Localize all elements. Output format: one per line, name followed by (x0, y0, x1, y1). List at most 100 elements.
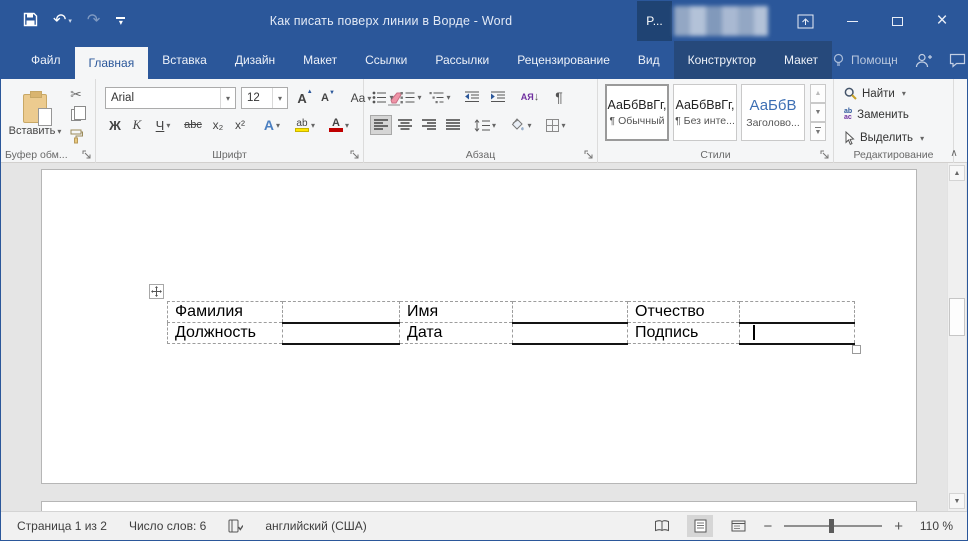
scrollbar-thumb[interactable] (949, 298, 965, 336)
cell-label[interactable]: Имя (400, 302, 513, 323)
zoom-out-button[interactable]: − (763, 519, 772, 534)
style-heading1[interactable]: АаБбВ Заголово... (741, 84, 805, 141)
multilevel-list-button[interactable] (426, 87, 454, 107)
strikethrough-button[interactable]: abc (180, 115, 206, 135)
styles-scroll-up[interactable]: ▲ (810, 84, 826, 103)
font-size-combo[interactable]: 12 (241, 87, 288, 109)
zoom-slider-thumb[interactable] (829, 519, 834, 533)
proofing-icon[interactable] (228, 519, 243, 533)
grow-font-button[interactable]: A▲ (294, 87, 316, 109)
font-dialog-launcher[interactable] (350, 150, 360, 160)
print-layout-button[interactable] (687, 515, 713, 537)
tab-design[interactable]: Дизайн (221, 41, 289, 79)
group-label-clipboard: Буфер обм... (1, 149, 95, 161)
copy-button[interactable] (65, 106, 87, 124)
subscript-button[interactable]: x₂ (208, 115, 228, 135)
tab-review[interactable]: Рецензирование (503, 41, 624, 79)
tell-me-control[interactable]: Помощн (832, 53, 898, 68)
shading-button[interactable] (506, 115, 536, 135)
sort-button[interactable]: АЯ↓ (516, 87, 544, 107)
close-button[interactable] (927, 1, 957, 41)
find-button[interactable]: Найти (844, 87, 906, 100)
style-no-spacing[interactable]: АаБбВвГг, ¶ Без инте... (673, 84, 737, 141)
decrease-indent-button[interactable] (460, 87, 484, 107)
highlight-color-button[interactable]: ab (290, 115, 320, 135)
maximize-button[interactable] (882, 1, 912, 41)
paste-button[interactable]: Вставить (9, 84, 61, 147)
show-marks-button[interactable]: ¶ (548, 87, 570, 107)
tab-references[interactable]: Ссылки (351, 41, 421, 79)
table-resize-handle[interactable] (852, 345, 861, 354)
borders-button[interactable] (542, 115, 570, 135)
zoom-slider[interactable] (784, 525, 882, 527)
zoom-in-button[interactable]: + (894, 519, 903, 534)
document-table: Фамилия Имя Отчество Должность Дата Подп… (167, 301, 855, 345)
replace-button[interactable]: Заменить (844, 109, 909, 121)
increase-indent-button[interactable] (486, 87, 510, 107)
select-button[interactable]: Выделить (844, 131, 924, 145)
vertical-scrollbar[interactable]: ▲ ▼ (947, 163, 966, 511)
group-label-paragraph: Абзац (364, 149, 597, 161)
cell-label[interactable]: Должность (168, 323, 283, 344)
lightbulb-icon (832, 53, 845, 68)
cell-blank-line[interactable] (740, 323, 855, 344)
comments-icon[interactable] (949, 53, 966, 68)
zoom-level[interactable]: 110 % (915, 519, 953, 533)
scroll-up-button[interactable]: ▲ (949, 165, 965, 181)
cell-label[interactable]: Фамилия (168, 302, 283, 323)
align-center-button[interactable] (394, 115, 416, 135)
justify-button[interactable] (442, 115, 464, 135)
styles-scroll-down[interactable]: ▼ (810, 103, 826, 122)
page-1[interactable]: Фамилия Имя Отчество Должность Дата Подп… (41, 169, 917, 484)
page-2[interactable] (41, 501, 917, 511)
underline-button[interactable]: Ч (150, 115, 176, 135)
style-normal[interactable]: АаБбВвГг, ¶ Обычный (605, 84, 669, 141)
tab-table-design[interactable]: Конструктор (674, 41, 770, 79)
share-person-icon[interactable] (915, 53, 932, 68)
styles-gallery-more[interactable]: ▼ (810, 122, 826, 141)
tab-layout[interactable]: Макет (289, 41, 351, 79)
tab-view[interactable]: Вид (624, 41, 674, 79)
cell-label[interactable]: Подпись (628, 323, 740, 344)
tab-table-layout[interactable]: Макет (770, 41, 832, 79)
align-left-button[interactable] (370, 115, 392, 135)
tab-mailings[interactable]: Рассылки (421, 41, 503, 79)
bold-button[interactable]: Ж (106, 115, 124, 135)
tab-home[interactable]: Главная (75, 47, 149, 79)
font-color-button[interactable]: А (324, 115, 354, 135)
styles-dialog-launcher[interactable] (820, 150, 830, 160)
collapse-ribbon-button[interactable] (946, 146, 962, 160)
cell-label[interactable]: Отчество (628, 302, 740, 323)
scroll-down-button[interactable]: ▼ (949, 493, 965, 509)
font-name-combo[interactable]: Arial (105, 87, 236, 109)
clipboard-dialog-launcher[interactable] (82, 150, 92, 160)
tab-insert[interactable]: Вставка (148, 41, 221, 79)
account-badge[interactable]: P... (637, 1, 672, 41)
word-count[interactable]: Число слов: 6 (129, 519, 206, 533)
tab-file[interactable]: Файл (17, 41, 75, 79)
numbering-button[interactable] (398, 87, 424, 107)
format-painter-button[interactable] (65, 127, 87, 145)
cell-blank-line[interactable] (283, 323, 400, 344)
bullets-button[interactable] (370, 87, 396, 107)
text-effects-button[interactable]: А (258, 115, 286, 135)
cell-blank-line[interactable] (740, 302, 855, 323)
language-indicator[interactable]: английский (США) (265, 519, 366, 533)
shrink-font-button[interactable]: A▼ (318, 87, 338, 109)
table-move-handle[interactable] (149, 284, 164, 299)
page-indicator[interactable]: Страница 1 из 2 (17, 519, 107, 533)
line-spacing-button[interactable] (470, 115, 500, 135)
ribbon-display-options-icon[interactable] (790, 1, 820, 41)
web-layout-button[interactable] (725, 515, 751, 537)
minimize-button[interactable] (837, 1, 867, 41)
cell-blank-line[interactable] (283, 302, 400, 323)
paragraph-dialog-launcher[interactable] (584, 150, 594, 160)
cell-blank-line[interactable] (513, 323, 628, 344)
cell-blank-line[interactable] (513, 302, 628, 323)
superscript-button[interactable]: x² (230, 115, 250, 135)
italic-button[interactable]: К (128, 115, 146, 135)
align-right-button[interactable] (418, 115, 440, 135)
read-mode-button[interactable] (649, 515, 675, 537)
cell-label[interactable]: Дата (400, 323, 513, 344)
cut-button[interactable] (65, 85, 87, 103)
